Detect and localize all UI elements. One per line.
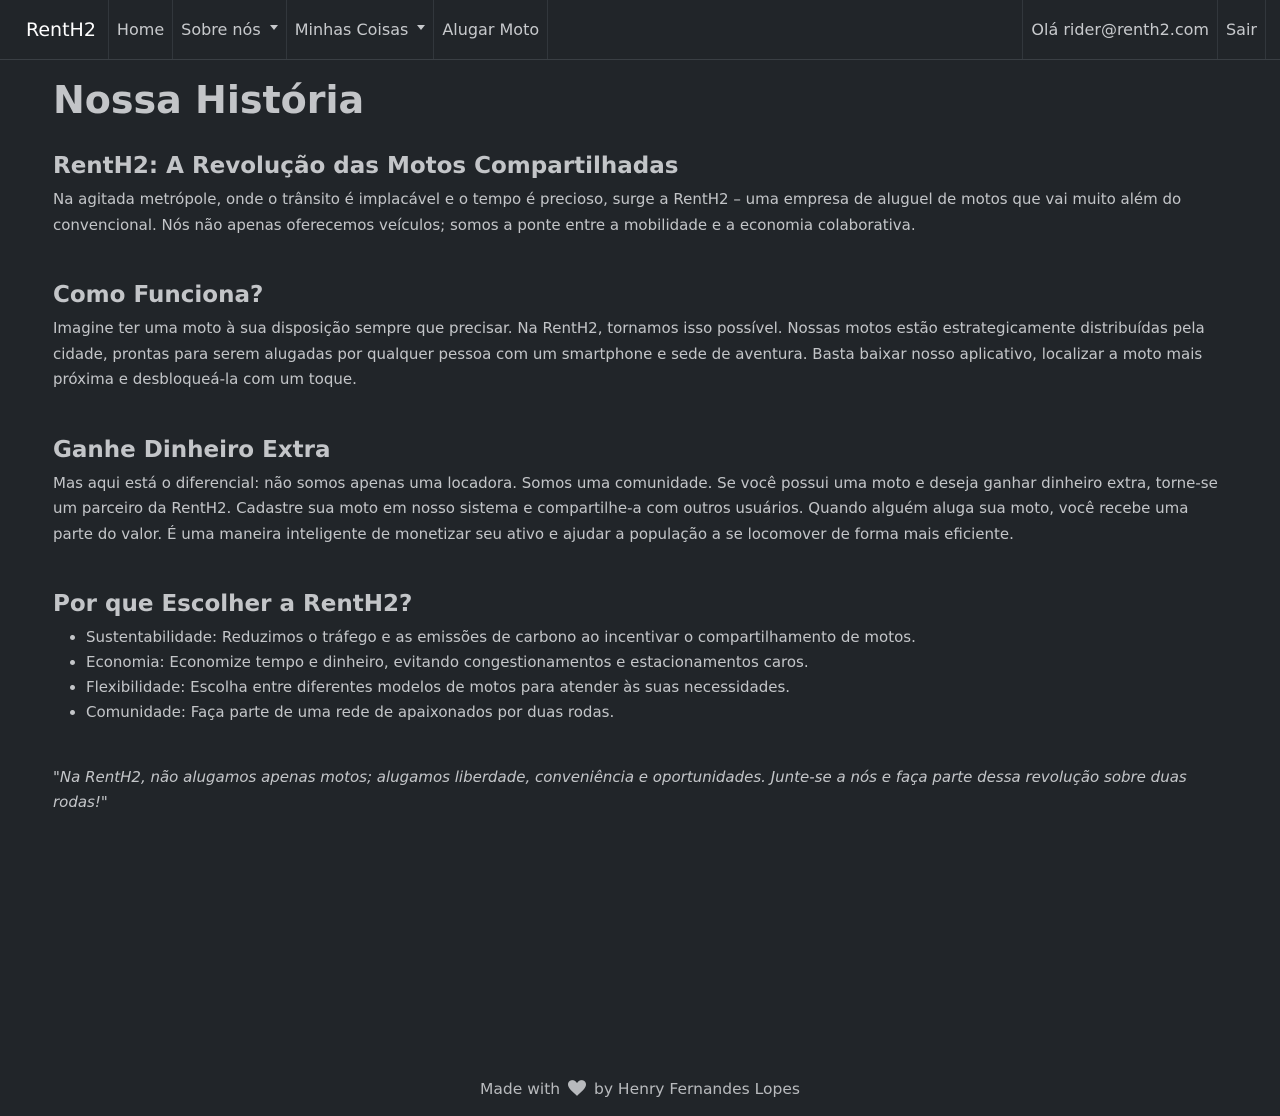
section-como-funciona: Como Funciona? Imagine ter uma moto à su…: [53, 282, 1227, 393]
section-text: Mas aqui está o diferencial: não somos a…: [53, 473, 1218, 543]
nav-item-label: Sobre nós: [181, 20, 261, 39]
nav-item-label: Minhas Coisas: [294, 20, 409, 39]
section-heading: Ganhe Dinheiro Extra: [53, 436, 331, 463]
nav-left: RentH2 Home Sobre nós Minhas Coisas Alug…: [14, 0, 549, 59]
logout-link[interactable]: Sair: [1217, 0, 1266, 59]
nav-item-alugar-moto[interactable]: Alugar Moto: [433, 0, 549, 59]
list-item: Economia: Economize tempo e dinheiro, ev…: [86, 650, 1227, 675]
heart-icon: [568, 1080, 587, 1096]
list-item: Sustentabilidade: Reduzimos o tráfego e …: [86, 625, 1227, 650]
user-greeting: Olá rider@renth2.com: [1031, 20, 1210, 39]
user-greeting-link[interactable]: Olá rider@renth2.com: [1022, 0, 1217, 59]
section-text: Imagine ter uma moto à sua disposição se…: [53, 319, 1205, 388]
nav-item-label: Home: [116, 20, 165, 39]
footer-suffix: by Henry Fernandes Lopes: [593, 1080, 800, 1098]
nav-item-label: Alugar Moto: [442, 20, 540, 39]
caret-down-icon: [417, 25, 426, 30]
section-heading: Como Funciona?: [53, 282, 264, 308]
section-text: Na agitada metrópole, onde o trânsito é …: [53, 190, 1182, 234]
section-heading: Por que Escolher a RentH2?: [53, 591, 413, 617]
brand-link[interactable]: RentH2: [14, 0, 108, 59]
main-content: Nossa História RentH2: A Revolução das M…: [0, 60, 1280, 815]
nav-item-home[interactable]: Home: [107, 0, 172, 59]
section-heading: RentH2: A Revolução das Motos Compartilh…: [53, 153, 679, 179]
section-revolucao: RentH2: A Revolução das Motos Compartilh…: [53, 153, 1227, 238]
footer: Made with by Henry Fernandes Lopes: [0, 1080, 1280, 1098]
navbar: RentH2 Home Sobre nós Minhas Coisas Alug…: [0, 0, 1280, 60]
section-dinheiro-extra: Ganhe Dinheiro Extra Mas aqui está o dif…: [53, 437, 1227, 548]
benefits-list: Sustentabilidade: Reduzimos o tráfego e …: [53, 625, 1227, 725]
page-title: Nossa História: [53, 78, 365, 122]
list-item: Comunidade: Faça parte de uma rede de ap…: [86, 700, 1227, 725]
closing-quote: "Na RentH2, não alugamos apenas motos; a…: [53, 768, 1187, 811]
nav-right: Olá rider@renth2.com Sair: [1022, 0, 1266, 59]
footer-prefix: Made with: [480, 1080, 561, 1098]
nav-dropdown-sobre-nos[interactable]: Sobre nós: [172, 0, 286, 59]
logout-label: Sair: [1226, 20, 1257, 39]
section-por-que: Por que Escolher a RentH2? Sustentabilid…: [53, 591, 1227, 725]
caret-down-icon: [269, 25, 278, 30]
nav-dropdown-minhas-coisas[interactable]: Minhas Coisas: [285, 0, 434, 59]
list-item: Flexibilidade: Escolha entre diferentes …: [86, 675, 1227, 700]
